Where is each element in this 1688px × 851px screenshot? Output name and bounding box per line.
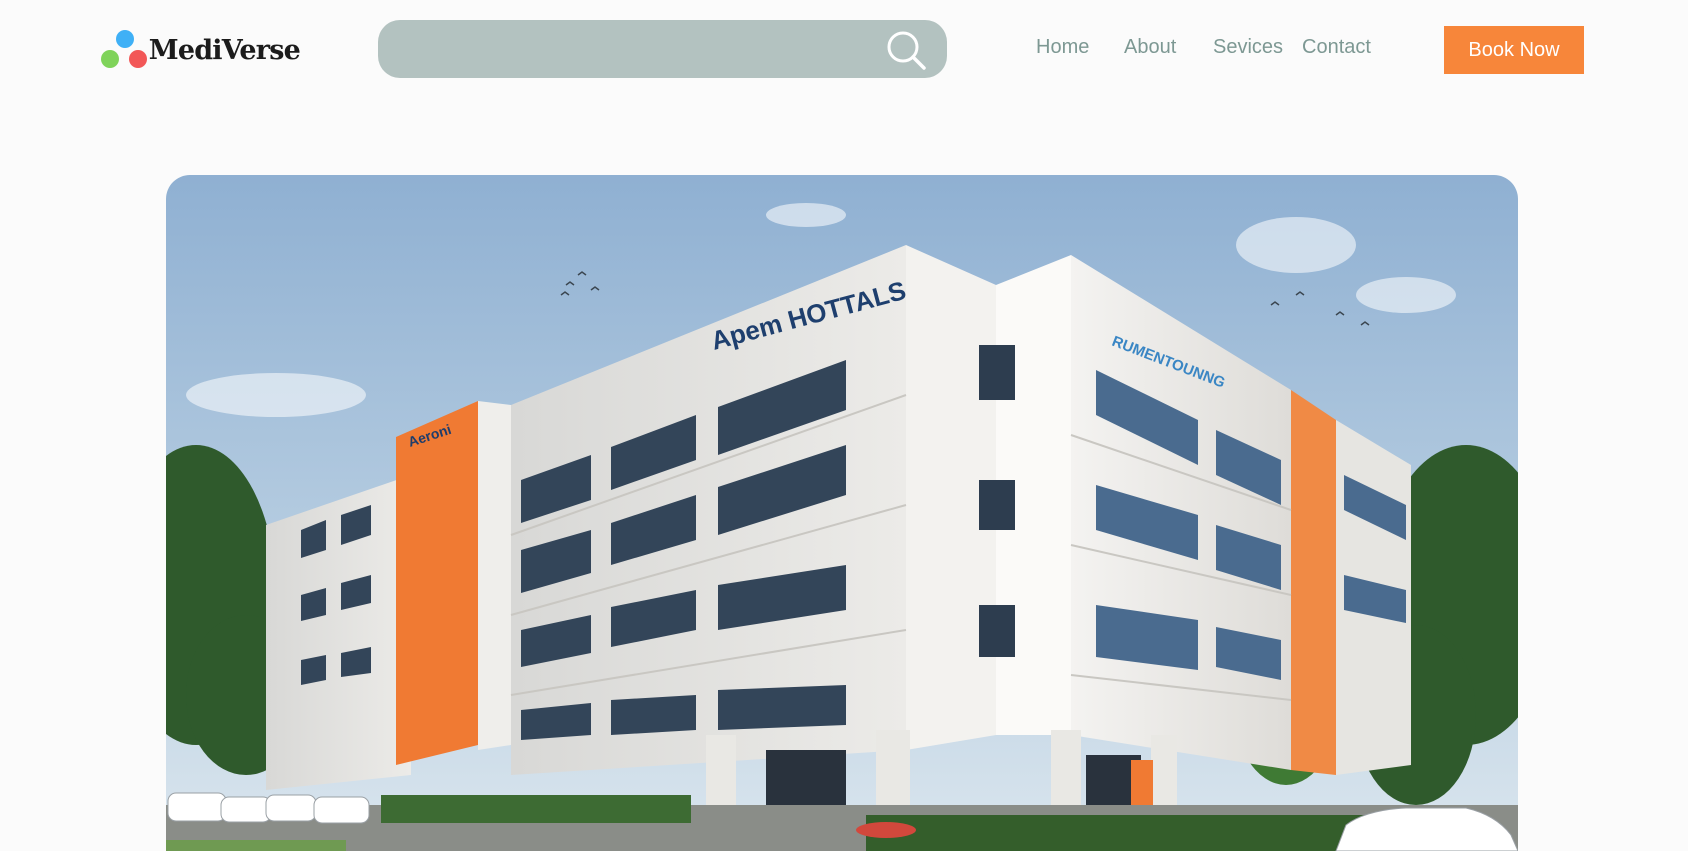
nav-home[interactable]: Home	[1036, 36, 1089, 59]
book-now-button[interactable]: Book Now	[1444, 26, 1584, 74]
hero-image: Aeroni Apem HOTTALS RUMENTOUNNG	[166, 175, 1518, 851]
nav-services[interactable]: Sevices	[1213, 36, 1283, 59]
site-header: MediVerse Home About Sevices Contact Boo…	[0, 0, 1688, 100]
main-nav: Home About Sevices Contact	[0, 36, 1688, 64]
nav-about[interactable]: About	[1124, 36, 1176, 59]
nav-contact[interactable]: Contact	[1302, 36, 1371, 59]
hospital-building-photo: Aeroni Apem HOTTALS RUMENTOUNNG	[166, 175, 1518, 851]
